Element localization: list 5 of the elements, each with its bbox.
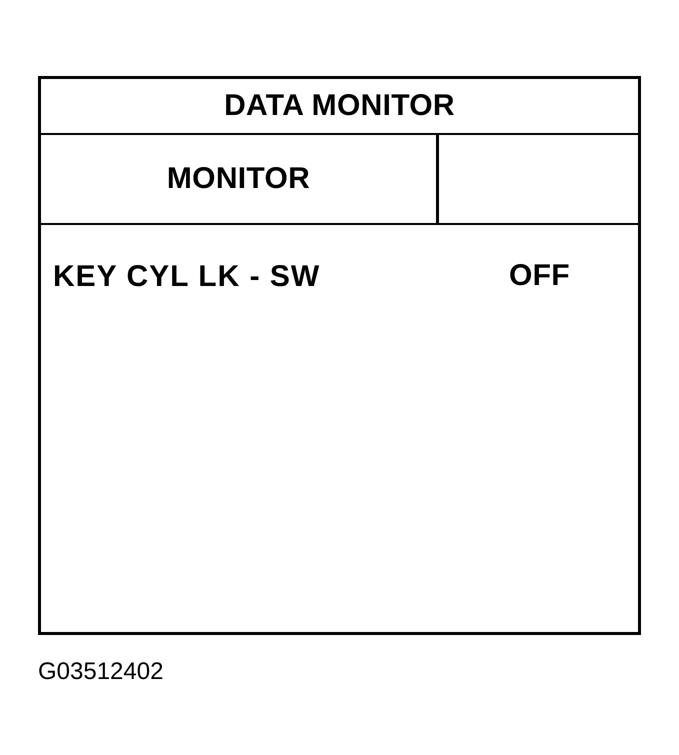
- panel-title: DATA MONITOR: [224, 91, 455, 121]
- column-header: MONITOR: [166, 164, 310, 194]
- signal-name: KEY CYL LK - SW: [52, 262, 322, 292]
- figure-code: G03512402: [38, 660, 164, 684]
- signal-value: OFF: [509, 259, 570, 292]
